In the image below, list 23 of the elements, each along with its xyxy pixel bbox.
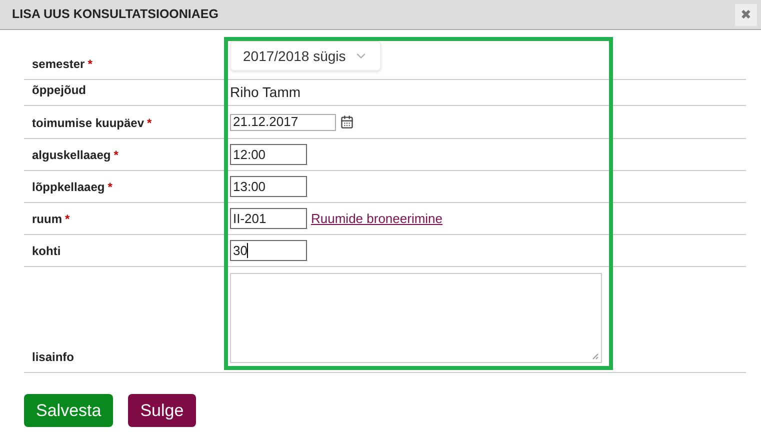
semester-select[interactable]: 2017/2018 sügis bbox=[230, 41, 381, 71]
room-booking-link[interactable]: Ruumide broneerimine bbox=[311, 208, 443, 228]
field-label: toimumise kuupäev * bbox=[32, 115, 152, 132]
field-value: Riho Tamm bbox=[230, 83, 301, 102]
resize-handle-icon bbox=[592, 353, 599, 360]
input-field[interactable]: 12:00 bbox=[230, 144, 307, 165]
textarea-field[interactable] bbox=[230, 273, 602, 363]
close-dialog-button[interactable]: Sulge bbox=[128, 394, 196, 427]
dialog-title: LISA UUS KONSULTATSIOONIAEG bbox=[12, 6, 218, 24]
close-button[interactable]: ✖ bbox=[735, 4, 757, 26]
field-label: kohti bbox=[32, 243, 61, 260]
field-label: semester * bbox=[32, 56, 92, 73]
field-label: alguskellaaeg * bbox=[32, 147, 118, 164]
field-label: lisainfo bbox=[32, 349, 74, 366]
date-field[interactable]: 21.12.2017 bbox=[230, 114, 336, 130]
field-label: lõppkellaaeg * bbox=[32, 179, 112, 196]
field-label: õppejõud bbox=[32, 82, 86, 99]
input-field[interactable]: 30 bbox=[230, 240, 307, 261]
input-field[interactable]: II-201 bbox=[230, 208, 307, 229]
calendar-icon[interactable] bbox=[340, 115, 354, 129]
input-field[interactable]: 13:00 bbox=[230, 176, 307, 197]
field-label: ruum * bbox=[32, 211, 70, 228]
save-button[interactable]: Salvesta bbox=[24, 394, 114, 427]
